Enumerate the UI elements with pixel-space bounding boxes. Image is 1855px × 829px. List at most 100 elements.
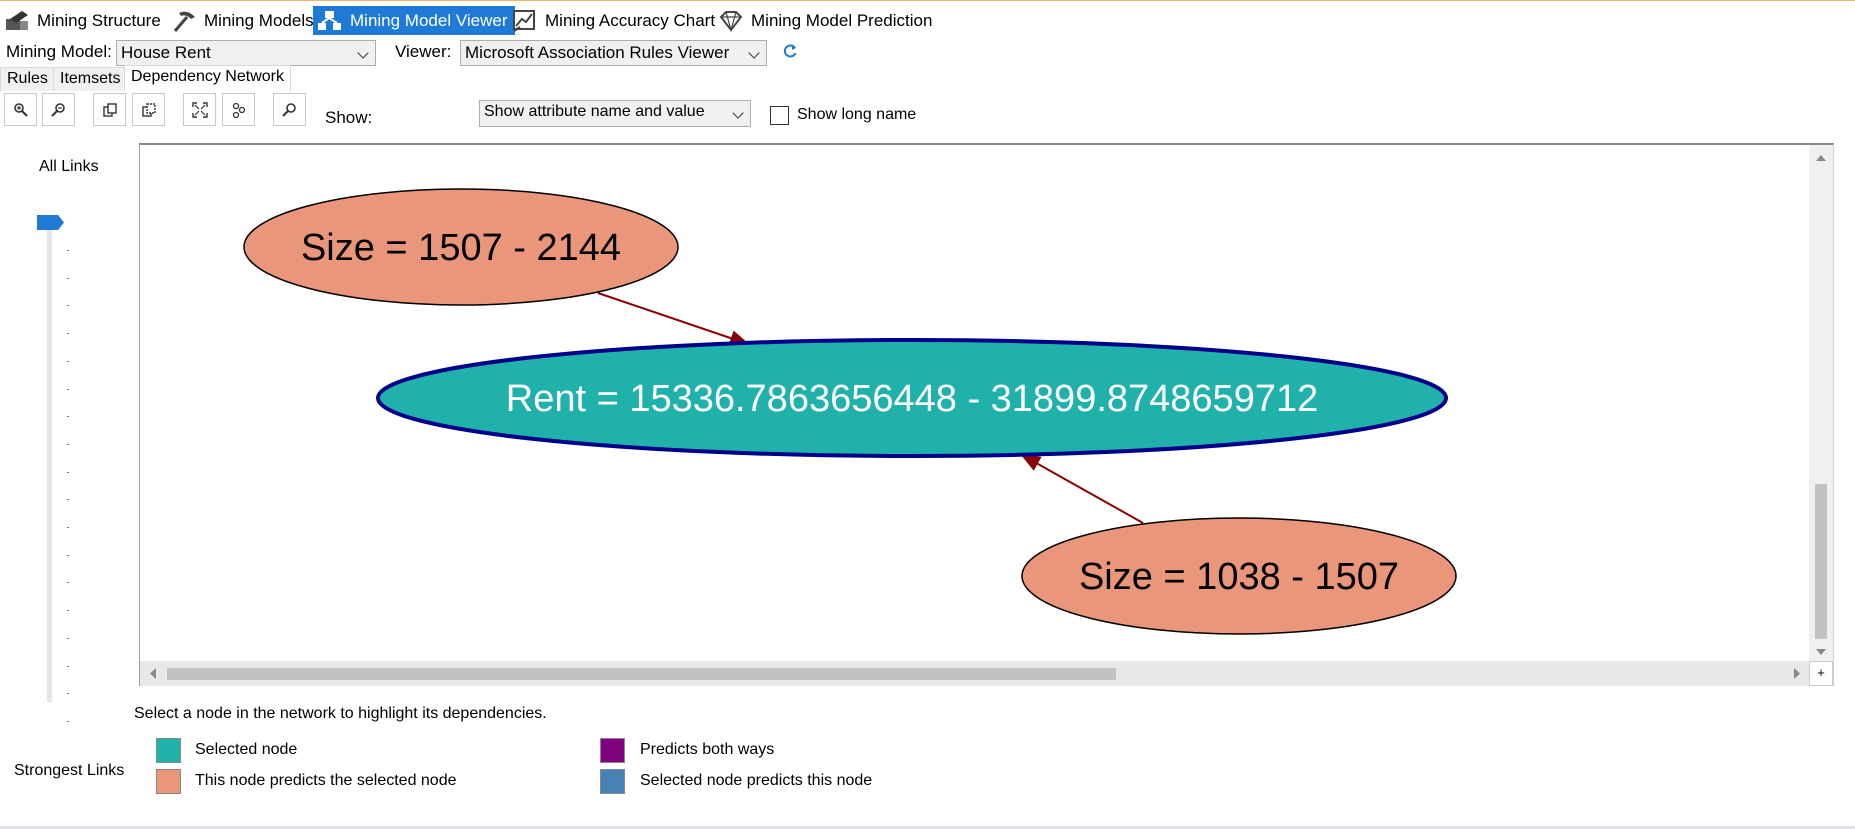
legend-swatch-both-ways [600, 738, 625, 763]
legend-swatch-selected-predicts [600, 769, 625, 794]
zoom-in-button[interactable] [4, 93, 37, 126]
slider-tick [67, 527, 69, 528]
tab-rules-label: Rules [7, 70, 48, 87]
slider-tick [67, 610, 69, 612]
tab-rules[interactable]: Rules [0, 67, 55, 91]
model-viewer-icon [317, 9, 343, 33]
tab-mining-accuracy-chart[interactable]: Mining Accuracy Chart [508, 6, 723, 35]
slider-tick [67, 277, 69, 279]
fit-to-window-button[interactable] [183, 93, 216, 126]
slider-tick [67, 250, 69, 251]
show-value: Show attribute name and value [484, 103, 705, 120]
diamond-icon [718, 9, 744, 33]
viewer-value: Microsoft Association Rules Viewer [465, 43, 730, 62]
node-label: Rent = 15336.7863656448 - 31899.87486597… [506, 378, 1318, 420]
viewer-label: Viewer: [395, 42, 452, 61]
copy-graph-button[interactable] [93, 93, 126, 126]
slider-tick [67, 637, 69, 639]
find-icon [281, 102, 296, 117]
slider-tick [67, 720, 69, 722]
legend-swatch-selected [156, 738, 181, 763]
network-graph[interactable]: Size = 1507 - 2144 Rent = 15336.78636564… [140, 145, 1810, 663]
chevron-down-icon [748, 47, 760, 59]
tab-mining-model-viewer-label: Mining Model Viewer [350, 10, 508, 30]
legend-label-both-ways: Predicts both ways [640, 741, 775, 758]
tab-mining-model-prediction-label: Mining Model Prediction [751, 10, 933, 30]
tab-mining-model-prediction[interactable]: Mining Model Prediction [714, 6, 940, 35]
horizontal-scrollbar[interactable] [140, 661, 1810, 686]
dependency-edge [597, 292, 750, 346]
scroll-down-icon[interactable] [1809, 643, 1833, 661]
tab-mining-structure[interactable]: Mining Structure [0, 6, 169, 35]
tab-mining-structure-label: Mining Structure [37, 10, 161, 30]
zoom-out-button[interactable] [42, 93, 75, 126]
status-text: Select a node in the network to highligh… [134, 705, 547, 722]
dependency-network-canvas[interactable]: Size = 1507 - 2144 Rent = 15336.78636564… [139, 143, 1834, 686]
node-label: Size = 1038 - 1507 [1079, 556, 1399, 598]
slider-tick [67, 693, 69, 695]
slider-tick [67, 333, 69, 335]
slider-tick [67, 471, 69, 473]
vertical-scrollbar[interactable] [1809, 145, 1833, 663]
legend-swatch-predicts-selected [156, 769, 181, 794]
network-node-selected[interactable]: Rent = 15336.7863656448 - 31899.87486597… [376, 338, 1448, 458]
tab-mining-accuracy-chart-label: Mining Accuracy Chart [545, 10, 716, 30]
network-node[interactable]: Size = 1507 - 2144 [243, 188, 679, 306]
mining-model-label: Mining Model: [6, 42, 112, 61]
network-layout-icon [232, 102, 245, 118]
zoom-corner-button[interactable]: + [1809, 661, 1833, 686]
find-node-button[interactable] [273, 93, 306, 126]
accuracy-chart-icon [512, 9, 538, 33]
slider-tick [67, 388, 69, 390]
node-label: Size = 1507 - 2144 [301, 227, 621, 269]
link-strength-slider-track[interactable] [47, 220, 52, 702]
copy-selection-button[interactable] [132, 93, 165, 126]
show-label: Show: [325, 108, 373, 127]
mining-model-select[interactable]: House Rent [116, 40, 376, 66]
tab-mining-model-viewer[interactable]: Mining Model Viewer [313, 6, 516, 35]
link-strength-slider-thumb[interactable] [37, 215, 64, 230]
tab-dependency-network-label: Dependency Network [131, 68, 284, 85]
slider-tick [67, 443, 69, 445]
tab-mining-models[interactable]: Mining Models [167, 6, 322, 35]
viewer-select[interactable]: Microsoft Association Rules Viewer [460, 40, 767, 66]
network-node[interactable]: Size = 1038 - 1507 [1021, 517, 1457, 635]
scroll-left-icon[interactable] [144, 661, 162, 686]
copy-icon [102, 102, 117, 117]
show-select[interactable]: Show attribute name and value [479, 100, 751, 127]
designer-tab-bar: Mining Structure Mining Models Mining Mo… [0, 0, 1855, 36]
slider-tick [67, 499, 69, 501]
refresh-icon[interactable] [782, 43, 798, 59]
dependency-network-window: Mining Structure Mining Models Mining Mo… [0, 0, 1855, 829]
tab-itemsets-label: Itemsets [60, 70, 121, 87]
slider-tick [67, 665, 69, 667]
pickaxe-icon [171, 9, 197, 33]
chevron-down-icon [732, 107, 744, 119]
mining-structure-icon [4, 9, 30, 33]
vertical-scroll-thumb[interactable] [1815, 484, 1827, 639]
rearrange-button[interactable] [222, 93, 255, 126]
tab-mining-models-label: Mining Models [204, 10, 314, 30]
slider-tick [67, 554, 69, 556]
show-long-name-label: Show long name [797, 106, 917, 123]
mining-model-value: House Rent [121, 43, 211, 62]
chevron-down-icon [357, 47, 369, 59]
show-long-name-checkbox[interactable] [770, 106, 789, 125]
slider-tick [67, 416, 69, 418]
fit-to-window-icon [191, 101, 208, 118]
zoom-out-icon [50, 102, 65, 117]
horizontal-scroll-thumb[interactable] [167, 668, 1116, 680]
tab-dependency-network[interactable]: Dependency Network [124, 65, 291, 91]
legend-label-predicts-selected: This node predicts the selected node [195, 772, 457, 789]
slider-tick [67, 582, 69, 584]
all-links-label: All Links [39, 158, 99, 175]
copy-selection-icon [141, 102, 156, 117]
dependency-edge [1020, 454, 1144, 524]
scroll-up-icon[interactable] [1809, 149, 1833, 167]
zoom-in-icon [13, 102, 28, 117]
scroll-right-icon[interactable] [1788, 661, 1806, 686]
legend-label-selected: Selected node [195, 741, 298, 758]
slider-tick [67, 305, 69, 307]
legend-label-selected-predicts: Selected node predicts this node [640, 772, 873, 789]
tab-itemsets[interactable]: Itemsets [53, 67, 128, 91]
